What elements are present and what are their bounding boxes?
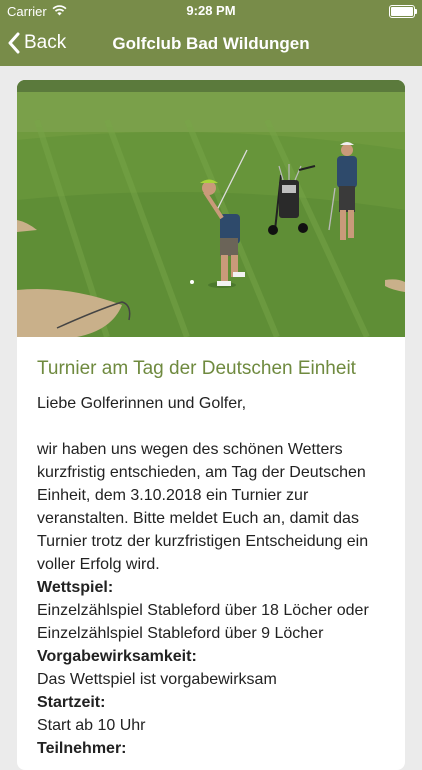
vorgabewirksamkeit-label: Vorgabewirksamkeit: (37, 648, 197, 665)
status-time: 9:28 PM (186, 3, 236, 18)
wettspiel-value: Einzelzählspiel Stableford über 18 Löche… (37, 602, 369, 619)
startzeit-value: Start ab 10 Uhr (37, 717, 146, 734)
event-content: Turnier am Tag der Deutschen Einheit Lie… (17, 358, 405, 760)
status-bar: Carrier 9:28 PM (0, 0, 422, 22)
body-line: voller Erfolg wird. (37, 556, 160, 573)
body-line: wir haben uns wegen des schönen Wetters (37, 441, 343, 458)
body-line: veranstalten. Bitte meldet Euch an, dami… (37, 510, 359, 527)
event-title: Turnier am Tag der Deutschen Einheit (37, 358, 356, 379)
event-card: Turnier am Tag der Deutschen Einheit Lie… (17, 80, 405, 770)
body-line: Einheit, dem 3.10.2018 ein Turnier zur (37, 487, 309, 504)
wettspiel-value: Einzelzählspiel Stableford über 9 Löcher (37, 625, 324, 642)
hero-image (17, 80, 405, 337)
greeting-text: Liebe Golferinnen und Golfer, (37, 395, 247, 412)
page-title: Golfclub Bad Wildungen (112, 34, 310, 53)
teilnehmer-label: Teilnehmer: (37, 740, 127, 757)
navigation-bar: Carrier 9:28 PM Back Golfclub Bad Wildun… (0, 0, 422, 66)
battery-icon (389, 5, 417, 18)
wettspiel-label: Wettspiel: (37, 579, 114, 596)
body-line: kurzfristig entschieden, am Tag der Deut… (37, 464, 366, 481)
body-line: Turnier trotz der kurzfristigen Entschei… (37, 533, 369, 550)
startzeit-label: Startzeit: (37, 694, 106, 711)
vorgabewirksamkeit-value: Das Wettspiel ist vorgabewirksam (37, 671, 277, 688)
